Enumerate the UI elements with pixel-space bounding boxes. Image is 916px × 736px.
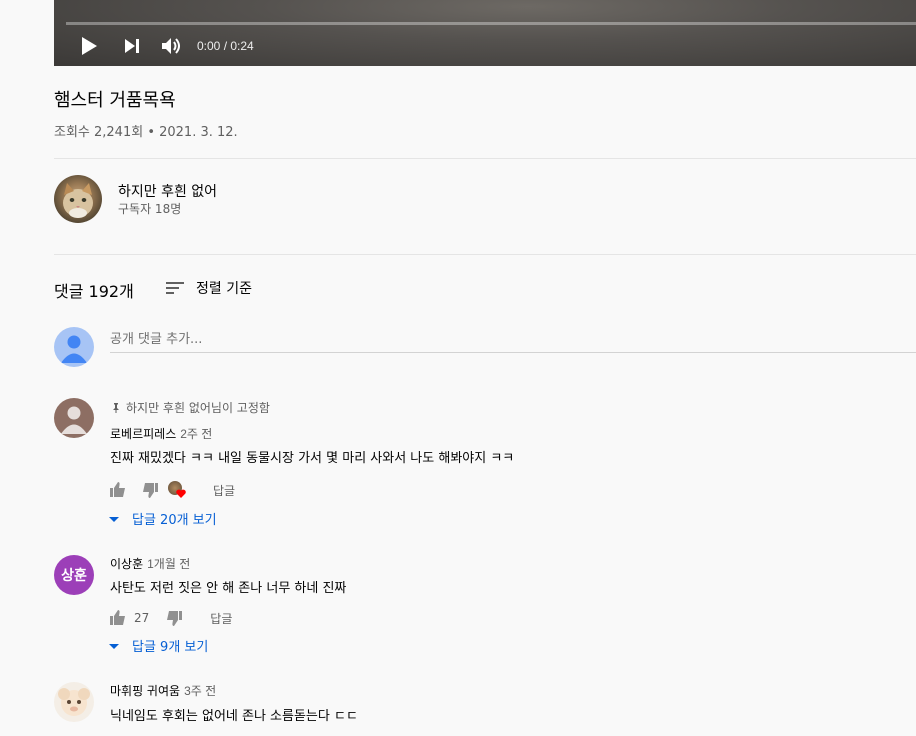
- comment-header: 이상훈 1개월 전: [110, 555, 190, 572]
- comment-author[interactable]: 로베르피레스: [110, 427, 176, 441]
- cat-avatar-image: [63, 183, 93, 218]
- caret-down-icon: [109, 643, 119, 649]
- comment-count: 댓글 192개: [54, 282, 134, 301]
- video-title: 햄스터 거품목욕: [54, 90, 176, 111]
- time-display: 0:00 / 0:24: [197, 39, 254, 53]
- divider: [54, 254, 916, 255]
- like-count: 27: [134, 611, 150, 625]
- cartoon-avatar-image: [58, 688, 90, 716]
- channel-name[interactable]: 하지만 후흰 없어: [118, 181, 217, 201]
- like-icon[interactable]: [110, 482, 126, 498]
- comment-time[interactable]: 3주 전: [184, 684, 216, 698]
- comment-avatar[interactable]: [54, 398, 94, 438]
- volume-icon: [162, 38, 180, 54]
- sort-label: 정렬 기준: [196, 281, 252, 297]
- creator-heart: [168, 481, 186, 499]
- comment-text: 닉네임도 후회는 없어네 존나 소름돋는다 ㄷㄷ: [110, 709, 358, 724]
- heart-icon: [176, 489, 186, 498]
- default-user-icon: [61, 335, 87, 363]
- progress-bar[interactable]: [66, 22, 916, 25]
- channel-avatar[interactable]: [54, 175, 102, 223]
- view-replies-label: 답글 20개 보기: [132, 513, 217, 528]
- like-icon[interactable]: [110, 610, 126, 626]
- comment-avatar[interactable]: 상훈: [54, 555, 94, 595]
- reply-button[interactable]: 답글: [210, 610, 232, 627]
- comment-header: 마휘핑 귀여움 3주 전: [110, 682, 216, 699]
- comment-author[interactable]: 이상훈: [110, 557, 143, 571]
- caret-down-icon: [109, 516, 119, 522]
- comment-time[interactable]: 1개월 전: [147, 557, 190, 571]
- divider: [54, 158, 916, 159]
- reply-button[interactable]: 답글: [213, 482, 235, 499]
- view-replies-button[interactable]: 답글 9개 보기: [108, 636, 208, 655]
- view-replies-label: 답글 9개 보기: [132, 640, 209, 655]
- dislike-icon[interactable]: [166, 610, 183, 626]
- user-avatar: [54, 327, 94, 367]
- comment-avatar[interactable]: [54, 682, 94, 722]
- comment-time[interactable]: 2주 전: [180, 427, 212, 441]
- sort-icon: [166, 282, 184, 294]
- add-comment-input[interactable]: [110, 327, 916, 353]
- pinned-label: 하지만 후흰 없어님이 고정함: [110, 399, 270, 416]
- volume-button[interactable]: [160, 32, 184, 60]
- comment-actions: 답글: [110, 480, 235, 500]
- pin-icon: [113, 402, 119, 413]
- play-icon: [82, 37, 97, 55]
- video-player[interactable]: 0:00 / 0:24: [54, 0, 916, 66]
- dislike-icon[interactable]: [142, 482, 158, 498]
- sort-button[interactable]: 정렬 기준: [166, 278, 252, 298]
- avatar-initials: 상훈: [61, 568, 87, 584]
- subscriber-count: 구독자 18명: [118, 202, 182, 216]
- comment-author[interactable]: 마휘핑 귀여움: [110, 684, 180, 698]
- next-button[interactable]: [122, 32, 142, 60]
- comment-actions: 27 답글: [110, 608, 232, 628]
- player-controls: 0:00 / 0:24: [54, 32, 916, 60]
- default-user-icon: [61, 406, 87, 434]
- skip-next-icon: [125, 39, 139, 53]
- video-meta: 조회수 2,241회 • 2021. 3. 12.: [54, 125, 238, 140]
- view-replies-button[interactable]: 답글 20개 보기: [108, 509, 217, 528]
- comment-header: 로베르피레스 2주 전: [110, 425, 212, 442]
- play-button[interactable]: [78, 32, 100, 60]
- pinned-text: 하지만 후흰 없어님이 고정함: [126, 401, 270, 415]
- comment-text: 진짜 재밌겠다 ㅋㅋ 내일 동물시장 가서 몇 마리 사와서 나도 해봐야지 ㅋ…: [110, 451, 515, 466]
- comment-text: 사탄도 저런 짓은 안 해 존나 너무 하네 진짜: [110, 581, 347, 596]
